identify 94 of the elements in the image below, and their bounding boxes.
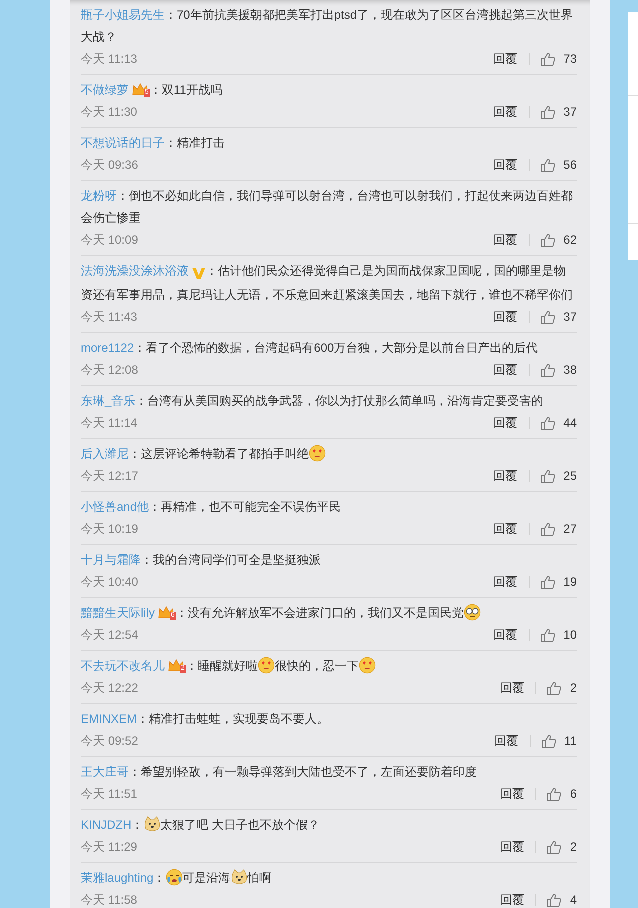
reply-link[interactable]: 回覆 — [494, 467, 518, 485]
like-button[interactable]: 37 — [540, 103, 577, 121]
like-button[interactable]: 6 — [547, 785, 577, 803]
like-button[interactable]: 10 — [540, 626, 577, 644]
comment-text: 可是沿海 — [182, 871, 231, 885]
comment-text: ：看了个恐怖的数据，台湾起码有600万台独，大部分是以前台日产出的后代 — [134, 341, 538, 355]
reply-link[interactable]: 回覆 — [494, 308, 518, 326]
comment-text: 太狠了吧 大日子也不放个假？ — [160, 818, 320, 832]
thumbs-up-icon — [540, 104, 556, 120]
thumbs-up-icon — [547, 840, 562, 854]
reply-link[interactable]: 回覆 — [494, 732, 519, 750]
reply-link[interactable]: 回覆 — [494, 231, 518, 249]
like-button[interactable]: 2 — [547, 838, 577, 856]
comment-time: 今天 11:58 — [81, 892, 138, 908]
reply-link[interactable]: 回覆 — [494, 573, 518, 591]
comment-time: 今天 09:52 — [81, 733, 138, 750]
like-button[interactable]: 25 — [540, 467, 577, 485]
comment-time: 今天 09:36 — [81, 157, 138, 174]
like-button[interactable]: 27 — [540, 520, 577, 538]
comment-text: ：没有允许解放军不会进家门口的，我们又不是国民党 — [176, 606, 464, 620]
like-button[interactable]: 62 — [540, 231, 577, 249]
reply-link[interactable]: 回覆 — [494, 361, 518, 379]
comment-time: 今天 10:40 — [81, 574, 138, 591]
heart-eyes-emoji-icon — [258, 657, 275, 674]
comment-text: ：这层评论希特勒看了都拍手叫绝 — [129, 447, 309, 461]
comment-text: ：精准打击蛙蛙，实现要岛不要人。 — [137, 712, 330, 726]
heart-eyes-emoji-icon — [358, 657, 376, 674]
like-button[interactable]: 4 — [547, 891, 577, 908]
comment-text: 大战？ — [81, 29, 117, 46]
reply-link[interactable]: 回覆 — [494, 50, 518, 68]
comment-time: 今天 11:43 — [81, 309, 138, 326]
comment-time: 今天 12:17 — [81, 468, 138, 485]
thumbs-up-icon — [540, 468, 556, 484]
thumbs-up-icon — [540, 574, 556, 590]
comment-time: 今天 12:22 — [81, 680, 138, 697]
thumbs-up-icon — [542, 734, 557, 748]
comment-time: 今天 10:09 — [81, 232, 138, 249]
like-button[interactable]: 19 — [540, 573, 577, 591]
comment-text: ：双11开战吗 — [150, 83, 222, 97]
comment-time: 今天 11:29 — [81, 839, 138, 856]
comment-text: ：估计他们民众还得觉得自己是为国而战保家卫国呢，国的哪里是物 — [206, 264, 566, 278]
thumbs-up-icon — [547, 892, 562, 908]
comment-text: ：希望别轻敌，有一颗导弹落到大陆也受不了，左面还要防着印度 — [129, 765, 477, 779]
comment-text: 会伤亡惨重 — [81, 210, 141, 227]
reply-link[interactable]: 回覆 — [500, 785, 524, 803]
reply-link[interactable]: 回覆 — [494, 520, 518, 538]
like-button[interactable]: 2 — [547, 679, 577, 697]
thumbs-up-icon — [547, 786, 562, 802]
comment-text: ：再精准，也不可能完全不误伤平民 — [149, 500, 342, 514]
thumbs-up-icon — [540, 232, 556, 248]
heart-eyes-emoji-icon — [309, 445, 326, 462]
comment-text: ：精准打击 — [165, 136, 225, 150]
comment-text: ：睡醒就好啦 — [186, 659, 258, 673]
comment-text: ： — [132, 818, 144, 832]
like-button[interactable]: 38 — [540, 361, 577, 379]
comment-text: ：我的台湾同学们可全是坚挺独派 — [141, 553, 321, 567]
reply-link[interactable]: 回覆 — [494, 414, 518, 432]
comment-text: ： — [154, 871, 166, 885]
thumbs-up-icon — [540, 158, 556, 172]
comment-time: 今天 10:19 — [81, 521, 138, 538]
comment-time: 今天 11:30 — [81, 104, 138, 121]
like-button[interactable]: 44 — [540, 414, 577, 432]
comment-time: 今天 12:54 — [81, 627, 138, 644]
thumbs-up-icon — [547, 680, 562, 696]
comment-text: 怕啊 — [248, 871, 272, 885]
dog-emoji-icon — [230, 869, 248, 886]
comment-text: 很快的，忍一下 — [274, 659, 359, 673]
comment-time: 今天 11:13 — [81, 51, 138, 68]
reply-link[interactable]: 回覆 — [500, 838, 524, 856]
thumbs-up-icon — [540, 52, 556, 66]
comment-text: 资还有军事用品，真尼玛让人无语，不乐意回来赶紧滚美国去，地留下就行，谁也不稀罕你们 — [81, 287, 573, 304]
thumbs-up-icon — [540, 416, 556, 430]
thumbs-up-icon — [540, 362, 556, 378]
comment-time: 今天 11:51 — [81, 786, 138, 803]
thumbs-up-icon — [540, 628, 556, 642]
comment-text: ：台湾有从美国购买的战争武器，你以为打仗那么简单吗，沿海肯定要受害的 — [136, 394, 544, 408]
dog-emoji-icon — [144, 816, 161, 833]
comment-text: ：倒也不必如此自信，我们导弹可以射台湾，台湾也可以射我们，打起仗来两边百姓都 — [117, 189, 573, 203]
comment-time: 今天 11:14 — [81, 415, 138, 432]
reply-link[interactable]: 回覆 — [500, 679, 524, 697]
like-button[interactable]: 11 — [542, 732, 577, 750]
thumbs-up-icon — [540, 310, 556, 324]
reply-link[interactable]: 回覆 — [500, 891, 524, 908]
comment-time: 今天 12:08 — [81, 362, 138, 379]
like-button[interactable]: 56 — [540, 156, 577, 174]
like-button[interactable]: 37 — [540, 308, 577, 326]
comment-text: ：70年前抗美援朝都把美军打出ptsd了，现在敢为了区区台湾挑起第三次世界 — [165, 8, 574, 22]
reply-link[interactable]: 回覆 — [494, 156, 518, 174]
glasses-emoji-icon — [464, 604, 481, 621]
crying-emoji-icon — [166, 869, 183, 886]
reply-link[interactable]: 回覆 — [494, 626, 518, 644]
like-button[interactable]: 73 — [540, 50, 577, 68]
thumbs-up-icon — [540, 522, 556, 536]
reply-link[interactable]: 回覆 — [494, 103, 518, 121]
